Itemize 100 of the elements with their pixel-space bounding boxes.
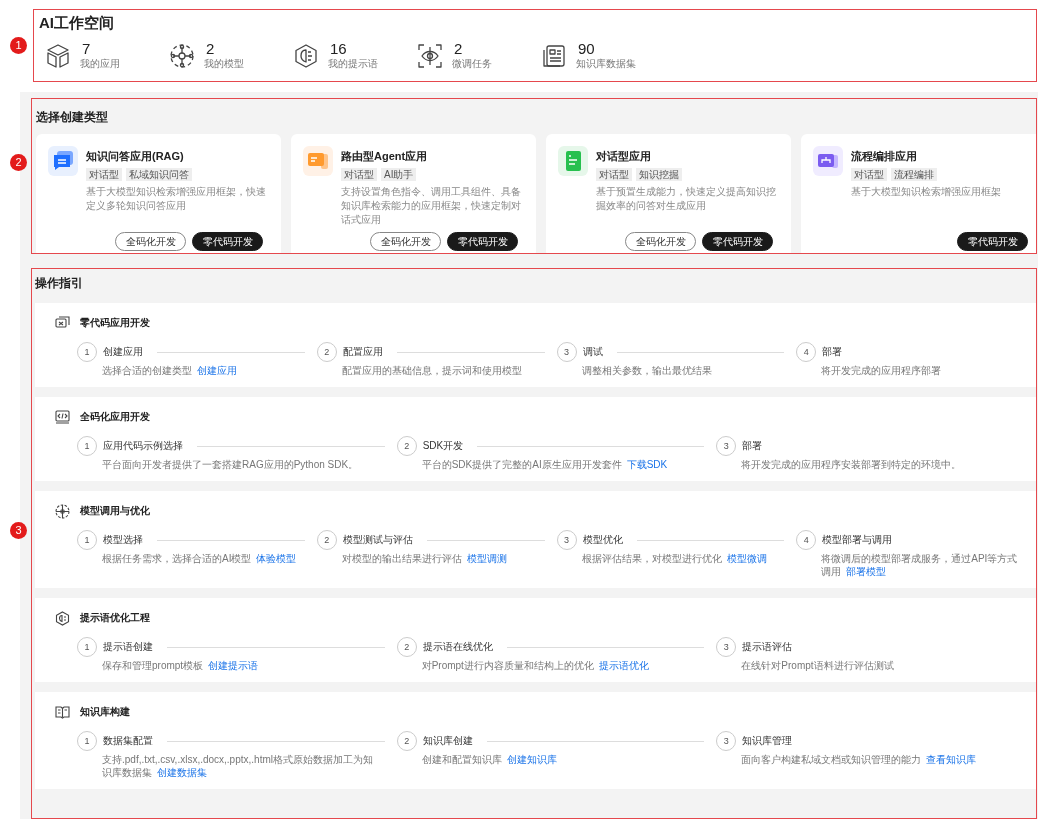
card-title: 流程编排应用 xyxy=(851,149,917,164)
step-title: 模型选择 xyxy=(103,533,143,547)
step-link[interactable]: 创建知识库 xyxy=(506,754,557,765)
step-title: 应用代码示例选择 xyxy=(103,439,183,453)
step-title: 创建应用 xyxy=(103,345,143,359)
step-link[interactable]: 创建数据集 xyxy=(157,767,207,778)
step-title: 模型测试与评估 xyxy=(342,533,413,547)
stat-label: 我的模型 xyxy=(204,57,244,71)
chat-icon xyxy=(48,146,78,176)
cube-icon xyxy=(45,43,71,69)
card-title: 知识问答应用(RAG) xyxy=(86,149,184,164)
zero-code-button[interactable]: 零代码开发 xyxy=(192,232,263,251)
stat-label: 我的提示语 xyxy=(328,57,378,71)
tag: 对话型 xyxy=(86,168,122,181)
book-icon xyxy=(55,705,70,719)
guide-title: 全码化应用开发 xyxy=(80,410,150,424)
app-type-card[interactable]: 流程编排应用 对话型 流程编排 基于大模型知识检索增强应用框架 零代码开发 xyxy=(801,134,1036,253)
zero-code-button[interactable]: 零代码开发 xyxy=(702,232,773,251)
app-type-card[interactable]: 知识问答应用(RAG) 对话型 私域知识问答 基于大模型知识检索增强应用框架，快速定义多轮知识问答应用 全码化开发 零代码开发 xyxy=(36,134,281,253)
guide-title: 知识库构建 xyxy=(80,705,130,719)
step-description: 在线针对Prompt语料进行评估测试 xyxy=(741,659,895,672)
full-code-button[interactable]: 全码化开发 xyxy=(625,232,696,251)
step-description: 创建和配置知识库 创建知识库 xyxy=(421,753,558,766)
step-title: 部署 xyxy=(742,439,763,453)
step-description: 将微调后的模型部署成服务，通过API等方式调用 部署模型 xyxy=(821,552,1019,578)
card-description: 基于大模型知识检索增强应用框架，快速定义多轮知识问答应用 xyxy=(86,185,267,213)
code-icon xyxy=(55,410,70,424)
step-title: SDK开发 xyxy=(422,439,464,453)
step-title: 部署 xyxy=(822,345,843,359)
stat-value: 7 xyxy=(82,41,92,57)
step-link[interactable]: 模型微调 xyxy=(726,553,767,564)
step-title: 提示语评估 xyxy=(742,640,793,654)
step-title: 提示语创建 xyxy=(103,640,153,654)
tag: 对话型 xyxy=(596,168,632,181)
card-title: 对话型应用 xyxy=(596,149,651,164)
step-link[interactable]: 创建提示语 xyxy=(208,660,259,671)
stat-value: 2 xyxy=(206,41,216,57)
step-title: 模型部署与调用 xyxy=(822,533,893,547)
step-description: 保存和管理prompt模板 创建提示语 xyxy=(102,659,260,672)
stat-label: 知识库数据集 xyxy=(576,57,636,71)
full-code-button[interactable]: 全码化开发 xyxy=(115,232,186,251)
annotation-badge: 3 xyxy=(10,522,27,539)
app-type-card[interactable]: 路由型Agent应用 对话型 AI助手 支持设置角色指令、调用工具组件、具备知识库检索能力的应用框架，快速定制对话式应用 全码化开发 零代码开发 xyxy=(291,134,536,253)
step-link[interactable]: 下载SDK xyxy=(626,459,668,470)
step-description: 对Prompt进行内容质量和结构上的优化 提示语优化 xyxy=(421,659,650,672)
step-title: 提示语在线优化 xyxy=(422,640,493,654)
card-icon xyxy=(303,146,333,176)
step-description: 面向客户构建私域文档或知识管理的能力 查看知识库 xyxy=(741,753,978,766)
step-description: 配置应用的基础信息，提示词和使用模型 xyxy=(341,364,523,377)
step-link[interactable]: 创建应用 xyxy=(197,365,237,376)
hexagon-icon xyxy=(293,43,319,69)
network-icon xyxy=(55,503,70,519)
card-description: 基于预置生成能力，快速定义提高知识挖掘效率的问答对生成应用 xyxy=(596,185,777,213)
full-code-button[interactable]: 全码化开发 xyxy=(370,232,441,251)
app-type-card[interactable]: 对话型应用 对话型 知识挖掘 基于预置生成能力，快速定义提高知识挖掘效率的问答对生成应用 全码化开发 零代码开发 xyxy=(546,134,791,253)
step-link[interactable]: 提示语优化 xyxy=(598,660,649,671)
step-link[interactable]: 模型调测 xyxy=(466,553,507,564)
section-title: 选择创建类型 xyxy=(36,109,108,126)
zero-code-button[interactable]: 零代码开发 xyxy=(957,232,1028,251)
step-link[interactable]: 部署模型 xyxy=(846,566,887,577)
step-title: 知识库管理 xyxy=(742,734,793,748)
tag: 流程编排 xyxy=(891,168,937,181)
tag: 私域知识问答 xyxy=(126,168,192,181)
hexagon-icon xyxy=(55,610,70,626)
guide-title: 提示语优化工程 xyxy=(80,611,150,625)
step-title: 配置应用 xyxy=(342,345,383,359)
card-description: 基于大模型知识检索增强应用框架 xyxy=(851,185,1002,199)
stat-value: 16 xyxy=(330,41,348,57)
stat-value: 90 xyxy=(578,41,595,57)
step-description: 将开发完成的应用程序部署 xyxy=(821,364,943,377)
section-title: 操作指引 xyxy=(35,275,83,292)
chat-icon xyxy=(55,316,70,330)
step-description: 选择合适的创建类型 创建应用 xyxy=(102,364,238,377)
step-title: 知识库创建 xyxy=(422,734,473,748)
annotation-badge: 2 xyxy=(10,154,27,171)
zero-code-button[interactable]: 零代码开发 xyxy=(447,232,518,251)
stat-label: 微调任务 xyxy=(452,57,492,71)
stat-value: 2 xyxy=(454,41,464,57)
step-link[interactable]: 体验模型 xyxy=(256,553,297,564)
flowchart-icon xyxy=(813,146,843,176)
eye-icon xyxy=(417,43,443,69)
step-description: 调整相关参数，输出最优结果 xyxy=(581,364,713,377)
step-title: 数据集配置 xyxy=(103,734,153,748)
step-description: 平台面向开发者提供了一套搭建RAG应用的Python SDK。 xyxy=(102,458,360,471)
tag: 对话型 xyxy=(341,168,377,181)
step-description: 平台的SDK提供了完整的AI原生应用开发套件 下载SDK xyxy=(421,458,669,471)
step-title: 模型优化 xyxy=(582,533,623,547)
stat-label: 我的应用 xyxy=(80,57,120,71)
guide-title: 零代码应用开发 xyxy=(80,316,150,330)
annotation-badge: 1 xyxy=(10,37,27,54)
step-description: 对模型的输出结果进行评估 模型调测 xyxy=(341,552,508,565)
step-description: 将开发完成的应用程序安装部署到特定的环境中。 xyxy=(741,458,963,471)
card-description: 支持设置角色指令、调用工具组件、具备知识库检索能力的应用框架，快速定制对话式应用 xyxy=(341,185,522,227)
step-title: 调试 xyxy=(582,345,603,359)
step-link[interactable]: 查看知识库 xyxy=(926,754,977,765)
tag: 对话型 xyxy=(851,168,887,181)
document-icon xyxy=(558,146,588,176)
card-title: 路由型Agent应用 xyxy=(341,149,428,164)
tag: 知识挖掘 xyxy=(636,168,682,181)
network-icon xyxy=(169,43,195,69)
